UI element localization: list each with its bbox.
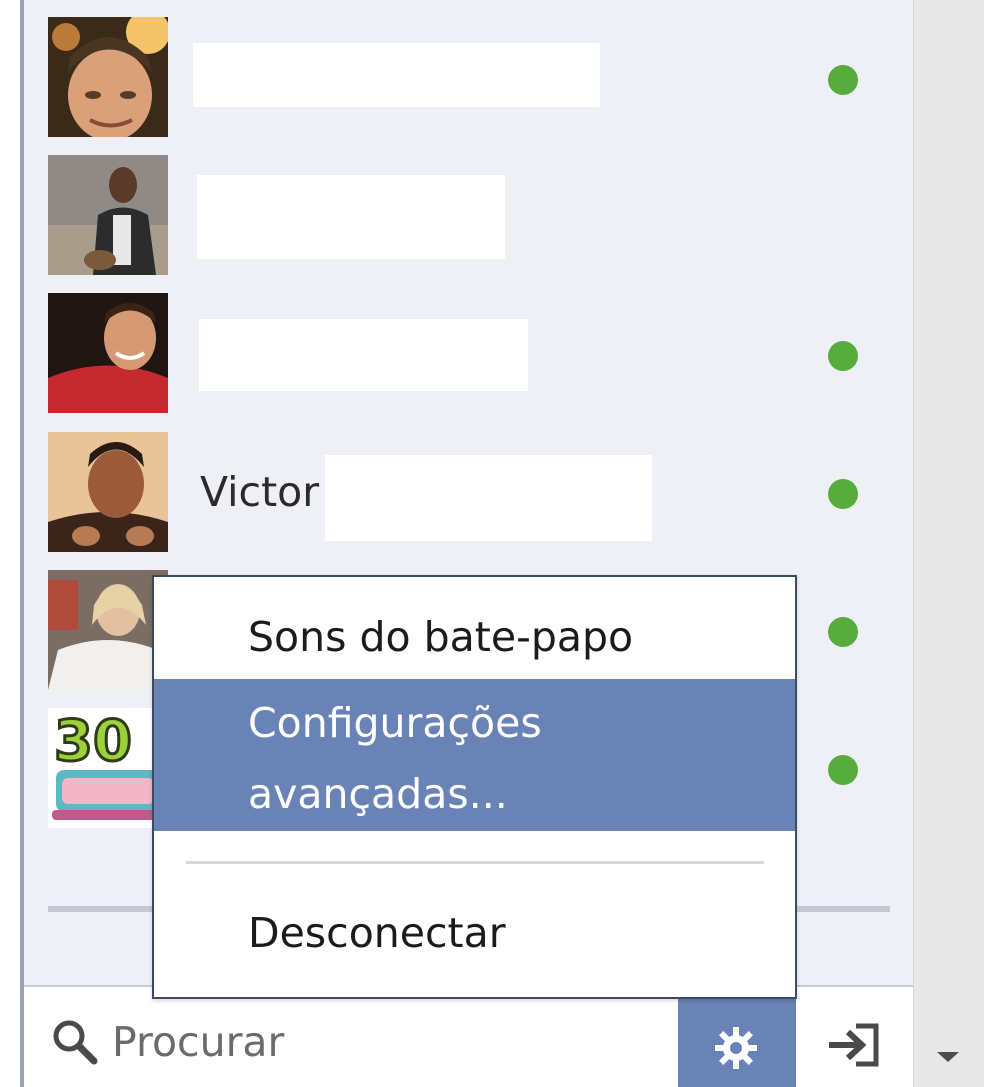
friend-row[interactable] [48,293,888,413]
chat-options-menu: Sons do bate-papo Configurações avançada… [152,575,797,999]
menu-item-label-line1: Configurações [248,699,542,747]
online-dot-icon [828,341,858,371]
name-redaction [197,175,505,259]
avatar [48,155,168,275]
friend-row[interactable] [48,155,888,275]
menu-item-label: Desconectar [248,909,506,957]
svg-text:30: 30 [54,709,132,774]
friend-name: Victor [200,468,320,516]
friend-row[interactable] [48,17,888,137]
sign-in-icon[interactable] [826,1023,882,1067]
search-input[interactable]: Procurar [112,1022,284,1063]
avatar [48,293,168,413]
menu-item-label: Sons do bate-papo [248,613,634,661]
menu-item-chat-sounds[interactable]: Sons do bate-papo [154,577,795,679]
gear-icon [715,1027,757,1069]
online-dot-icon [828,65,858,95]
chat-sidebar-window: Victor 30 Procurar Sons do bate-papo Con… [0,0,984,1087]
avatar [48,17,168,137]
online-dot-icon [828,479,858,509]
avatar [48,432,168,552]
menu-item-label-line2: avançadas... [248,770,508,818]
avatar: 30 [48,708,168,828]
name-redaction [199,319,528,391]
settings-button[interactable] [678,994,796,1087]
menu-item-disconnect[interactable]: Desconectar [154,877,795,977]
online-dot-icon [828,617,858,647]
online-dot-icon [828,755,858,785]
search-icon [53,1020,98,1065]
friend-row[interactable]: Victor [48,432,888,552]
scrollbar[interactable] [913,0,984,1087]
chevron-down-icon[interactable] [937,1052,959,1062]
menu-item-advanced-settings[interactable]: Configurações avançadas... [154,679,795,831]
name-redaction [193,43,600,107]
name-redaction [325,455,652,541]
avatar [48,570,168,690]
menu-separator [186,861,764,864]
